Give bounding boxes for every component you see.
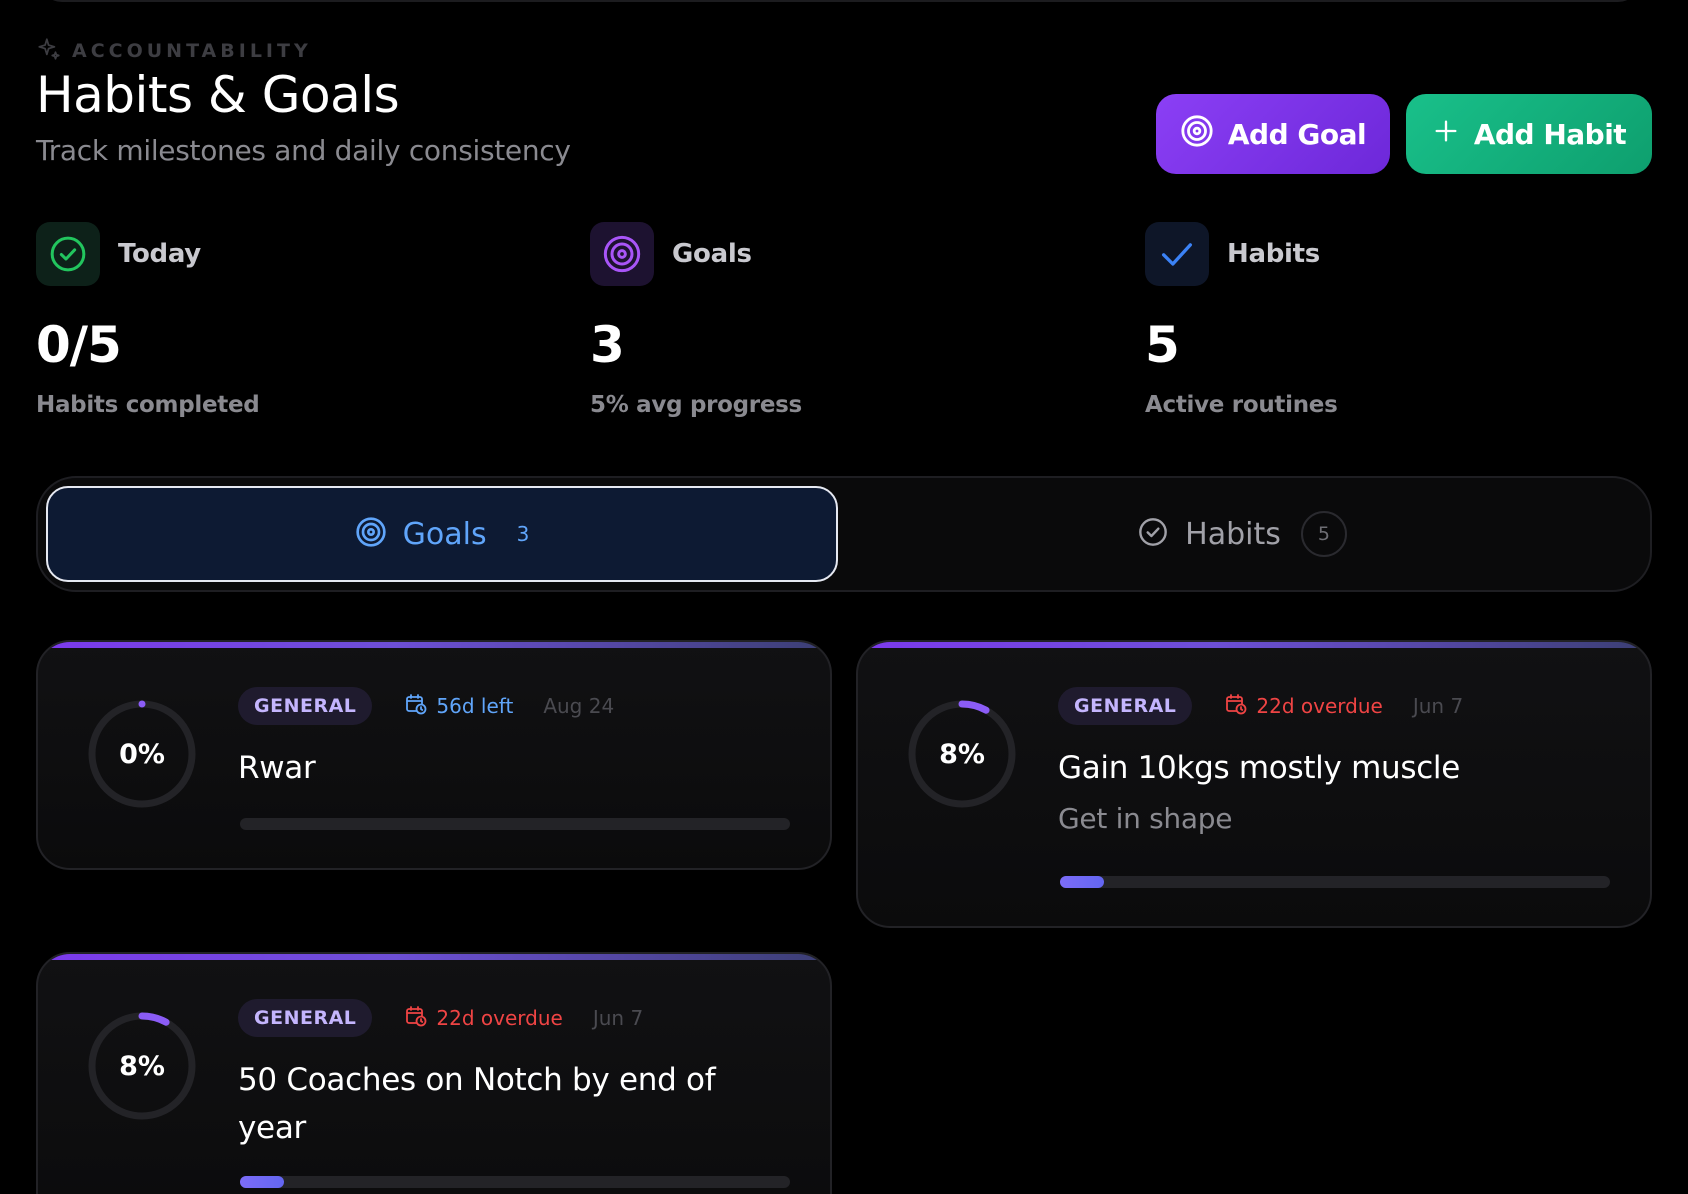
goal-card[interactable]: 8% GENERAL 22d overdue Jun 7 50 Coaches … [36, 952, 832, 1194]
tab-goals-count: 3 [516, 522, 530, 546]
check-circle-icon [36, 222, 100, 286]
target-icon [1180, 114, 1214, 155]
sparkle-icon [36, 36, 62, 66]
add-goal-button[interactable]: Add Goal [1156, 94, 1390, 174]
progress-percent: 8% [119, 1050, 165, 1082]
stat-caption: Habits completed [36, 392, 260, 418]
due-indicator: 22d overdue [404, 1004, 563, 1033]
progress-fill [1060, 876, 1104, 888]
check-circle-icon [1137, 516, 1169, 552]
category-chip: GENERAL [1058, 687, 1193, 725]
stat-label: Today [118, 239, 201, 269]
due-text: 56d left [436, 694, 514, 718]
target-date: Jun 7 [1412, 694, 1464, 718]
tab-habits-label: Habits [1185, 516, 1281, 552]
tab-habits[interactable]: Habits 5 [838, 486, 1646, 582]
due-indicator: 56d left [404, 692, 513, 721]
stat-caption: 5% avg progress [590, 392, 802, 418]
view-tabs: Goals 3 Habits 5 [36, 476, 1652, 592]
progress-percent: 0% [119, 738, 165, 770]
due-text: 22d overdue [436, 1006, 563, 1030]
top-divider [40, 0, 1640, 2]
progress-percent: 8% [939, 738, 985, 770]
goal-title: Rwar [238, 750, 316, 786]
add-goal-label: Add Goal [1227, 117, 1367, 151]
tab-goals-label: Goals [402, 516, 487, 552]
goal-card[interactable]: 8% GENERAL 22d overdue Jun 7 Gain 10kgs … [856, 640, 1652, 928]
card-accent-bar [858, 642, 1650, 648]
progress-track [1060, 876, 1610, 888]
stat-value: 0/5 [36, 316, 122, 374]
eyebrow-label: ACCOUNTABILITY [72, 40, 312, 62]
add-habit-button[interactable]: Add Habit [1406, 94, 1652, 174]
due-text: 22d overdue [1256, 694, 1383, 718]
target-date: Jun 7 [592, 1006, 644, 1030]
progress-fill [240, 1176, 284, 1188]
progress-track [240, 1176, 790, 1188]
card-accent-bar [38, 642, 830, 648]
target-date: Aug 24 [543, 694, 615, 718]
stat-goals: Goals 3 5% avg progress [590, 222, 1090, 418]
goal-description: Get in shape [1058, 802, 1233, 835]
tab-habits-count: 5 [1300, 511, 1347, 557]
category-chip: GENERAL [238, 999, 373, 1037]
calendar-clock-icon [404, 1004, 428, 1033]
goal-title: Gain 10kgs mostly muscle [1058, 750, 1461, 786]
goal-card[interactable]: 0% GENERAL 56d left Aug 24 Rwar [36, 640, 832, 870]
card-accent-bar [38, 954, 830, 960]
stat-label: Goals [672, 239, 752, 269]
progress-track [240, 818, 790, 830]
stat-habits: Habits 5 Active routines [1145, 222, 1645, 418]
stat-value: 3 [590, 316, 625, 374]
tab-goals[interactable]: Goals 3 [46, 486, 838, 582]
page-subtitle: Track milestones and daily consistency [36, 134, 571, 167]
stat-value: 5 [1145, 316, 1180, 374]
goal-title: 50 Coaches on Notch by end of year [238, 1062, 716, 1146]
plus-icon [1432, 117, 1460, 152]
habits-goals-page: ACCOUNTABILITY Habits & Goals Track mile… [0, 0, 1688, 1194]
stat-today: Today 0/5 Habits completed [36, 222, 536, 418]
calendar-clock-icon [1224, 692, 1248, 721]
check-icon [1145, 222, 1209, 286]
due-indicator: 22d overdue [1224, 692, 1383, 721]
target-icon [355, 516, 387, 552]
calendar-clock-icon [404, 692, 428, 721]
category-chip: GENERAL [238, 687, 373, 725]
add-habit-label: Add Habit [1473, 117, 1627, 151]
stat-label: Habits [1227, 239, 1320, 269]
page-title: Habits & Goals [36, 66, 400, 124]
stat-caption: Active routines [1145, 392, 1338, 418]
target-icon [590, 222, 654, 286]
section-eyebrow: ACCOUNTABILITY [36, 36, 312, 66]
